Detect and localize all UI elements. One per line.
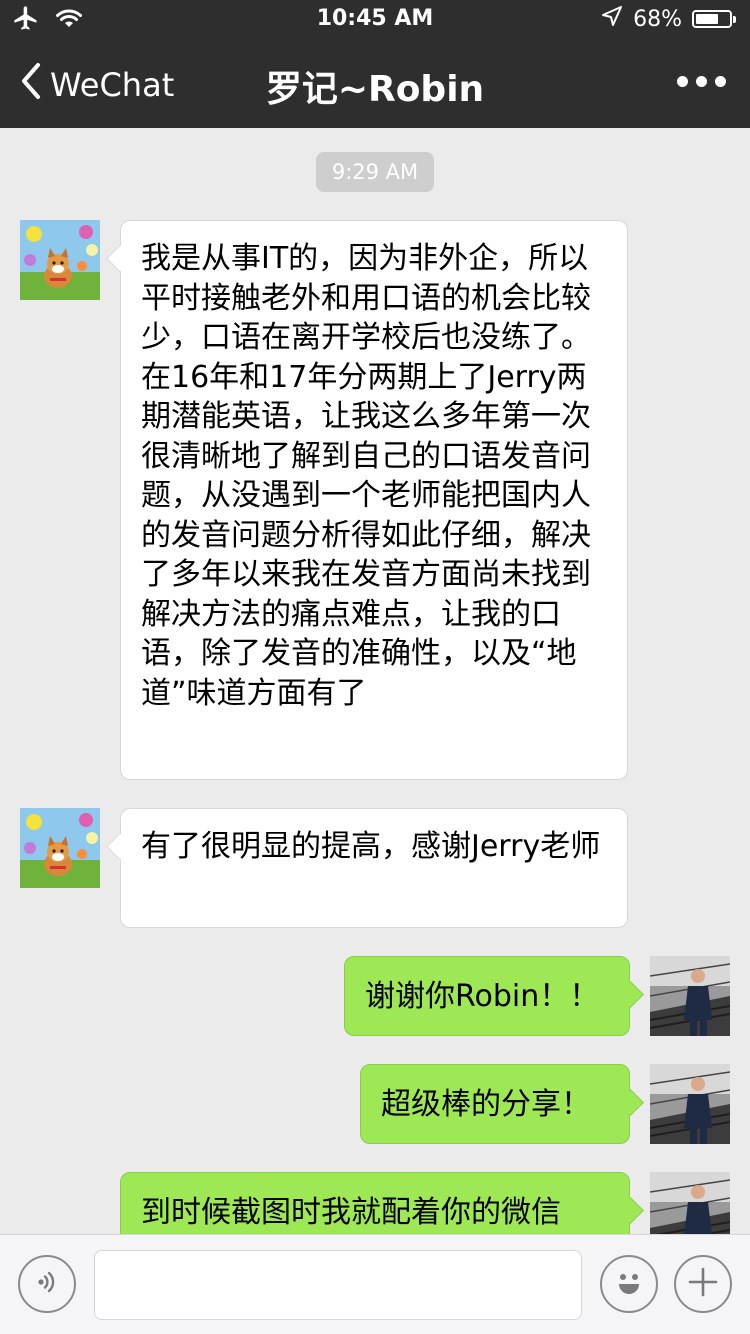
message-bubble-outgoing[interactable]: 谢谢你Robin！！	[344, 956, 630, 1036]
battery-percentage: 68%	[633, 6, 682, 32]
my-avatar[interactable]	[650, 956, 730, 1036]
my-avatar[interactable]	[650, 1172, 730, 1234]
message-timestamp: 9:29 AM	[316, 152, 434, 192]
more-dot	[696, 76, 707, 87]
nav-bar: WeChat 罗记~Robin	[0, 40, 750, 128]
chat-title: 罗记~Robin	[265, 69, 485, 110]
battery-icon	[692, 10, 736, 28]
more-icon[interactable]	[677, 76, 726, 87]
chevron-left-icon	[20, 62, 42, 108]
more-dot	[677, 76, 688, 87]
emoji-icon	[609, 1262, 649, 1306]
status-right: 68%	[601, 5, 736, 33]
location-arrow-icon	[601, 5, 623, 33]
message-bubble-outgoing[interactable]: 到时候截图时我就配着你的微信	[120, 1172, 630, 1234]
message-input[interactable]	[94, 1250, 582, 1320]
emoji-button[interactable]	[600, 1255, 658, 1313]
message-bubble-incoming[interactable]: 有了很明显的提高，感谢Jerry老师	[120, 808, 628, 928]
input-bar	[0, 1234, 750, 1334]
status-bar: 10:45 AM 68%	[0, 0, 750, 40]
chat-screen: 10:45 AM 68% WeChat 罗记~Robin 9:29 AM 我是从…	[0, 0, 750, 1334]
contact-avatar[interactable]	[20, 808, 100, 888]
message-list[interactable]: 9:29 AM 我是从事IT的，因为非外企，所以平时接触老外和用口语的机会比较少…	[0, 128, 750, 1234]
my-avatar[interactable]	[650, 1064, 730, 1144]
voice-icon	[32, 1267, 62, 1301]
message-bubble-incoming[interactable]: 我是从事IT的，因为非外企，所以平时接触老外和用口语的机会比较少，口语在离开学校…	[120, 220, 628, 780]
message-bubble-outgoing[interactable]: 超级棒的分享！	[360, 1064, 630, 1144]
plus-button[interactable]	[674, 1255, 732, 1313]
battery-fill	[696, 14, 718, 24]
voice-button[interactable]	[18, 1255, 76, 1313]
more-dot	[715, 76, 726, 87]
plus-icon	[685, 1264, 721, 1304]
contact-avatar[interactable]	[20, 220, 100, 300]
header: 10:45 AM 68% WeChat 罗记~Robin	[0, 0, 750, 128]
